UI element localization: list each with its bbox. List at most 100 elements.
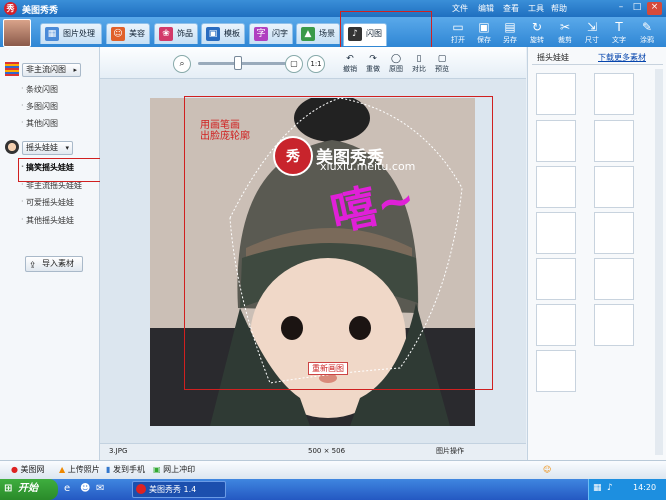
open-icon: ▭ [452, 20, 464, 34]
list-item[interactable]: 其他闪图 [21, 118, 58, 129]
menu-file[interactable]: 文件 [452, 3, 468, 14]
meitu-taskbar-icon [136, 484, 146, 494]
user-avatar[interactable] [3, 19, 31, 47]
tab-scene[interactable]: ▲ 场景 [296, 23, 340, 44]
system-tray: ▦ ♪ 14:20 [588, 479, 666, 500]
start-button[interactable]: ⊞ 开始 [0, 479, 58, 500]
mail-icon[interactable]: ✉ [96, 483, 104, 494]
material-thumbnail[interactable] [594, 120, 634, 162]
undo-icon: ↶ [346, 54, 354, 64]
tab-template[interactable]: ▣ 模板 [201, 23, 245, 44]
meitu-link[interactable]: ● 美图网 [11, 461, 45, 478]
fit-button[interactable]: ▢ [285, 55, 303, 73]
canvas-highlight-box [184, 96, 493, 390]
left-panel: 非主流闪图▸ 条纹闪图 多图闪图 其他闪图 摇头娃娃▾ 搞笑摇头娃娃 非主流摇头… [0, 47, 100, 460]
tab-flash-text[interactable]: 字闪字 [249, 23, 293, 44]
list-item[interactable]: 可爱摇头娃娃 [21, 197, 74, 208]
material-thumbnail[interactable] [536, 166, 576, 208]
zoom-out-button[interactable]: ⌕ [173, 55, 191, 73]
status-filename: 3.JPG [109, 447, 128, 455]
material-thumbnail[interactable] [536, 73, 576, 115]
zoom-slider-handle[interactable] [234, 56, 242, 70]
right-panel: 摇头娃娃 下载更多素材 [527, 47, 666, 460]
volume-icon[interactable]: ♪ [607, 483, 613, 493]
save-button[interactable]: ▣ 保存 [471, 19, 497, 45]
send-to-phone-link[interactable]: ▮ 发到手机 [106, 461, 145, 478]
material-thumbnail[interactable] [536, 304, 576, 346]
status-dimensions: 500 × 506 [308, 447, 346, 455]
ornament-icon: ❀ [159, 27, 173, 41]
close-button[interactable]: × [647, 2, 662, 15]
zoom-slider[interactable] [198, 62, 286, 65]
material-thumbnail[interactable] [594, 73, 634, 115]
resize-icon: ⇲ [586, 20, 598, 34]
text-button[interactable]: T 文字 [606, 19, 632, 45]
ie-icon[interactable]: e [64, 483, 70, 494]
redo-button[interactable]: ↷ 重做 [363, 54, 383, 74]
tab-ornament[interactable]: ❀ 饰品 [154, 23, 198, 44]
original-button[interactable]: ◯ 原图 [386, 54, 406, 74]
material-thumbnail[interactable] [594, 258, 634, 300]
windows-taskbar: ⊞ 开始 e ☻ ✉ 美图秀秀 1.4 ▦ ♪ 14:20 [0, 479, 666, 500]
text-icon: 字 [254, 27, 268, 41]
status-mode: 图片操作 [436, 447, 464, 455]
category-bobblehead[interactable]: 摇头娃娃 ▾ [22, 141, 73, 155]
online-print-link[interactable]: ▣ 网上冲印 [153, 461, 195, 478]
menu-edit[interactable]: 编辑 [478, 3, 494, 14]
upload-icon: ▲ [59, 465, 66, 474]
save-as-button[interactable]: ▤ 另存 [497, 19, 523, 45]
actual-size-button[interactable]: 1:1 [307, 55, 325, 73]
import-icon: ⇪ [29, 261, 37, 271]
compare-icon: ▯ [416, 54, 422, 64]
material-thumbnail[interactable] [594, 212, 634, 254]
doodle-button[interactable]: ✎ 涂鸦 [634, 19, 660, 45]
open-button[interactable]: ▭ 打开 [445, 19, 471, 45]
bottom-bar: ● 美图网 ▲ 上传照片 ▮ 发到手机 ▣ 网上冲印 ☺ [0, 460, 666, 479]
list-item[interactable]: 条纹闪图 [21, 84, 58, 95]
rotate-button[interactable]: ↻ 旋转 [524, 19, 550, 45]
clock: 14:20 [633, 483, 657, 492]
status-bar: 3.JPG 500 × 506 图片操作 [100, 443, 526, 460]
undo-button[interactable]: ↶ 撤销 [340, 54, 360, 74]
text-tool-icon: T [615, 20, 623, 34]
phone-icon: ▮ [106, 465, 111, 474]
menu-view[interactable]: 查看 [503, 3, 519, 14]
import-material-button[interactable]: ⇪ 导入素材 [25, 256, 83, 272]
tab-image-processing[interactable]: ▦ 图片处理 [40, 23, 102, 44]
rotate-icon: ↻ [531, 20, 543, 34]
resize-button[interactable]: ⇲ 尺寸 [579, 19, 605, 45]
list-item[interactable]: 其他摇头娃娃 [21, 215, 74, 226]
compare-button[interactable]: ▯ 对比 [409, 54, 429, 74]
material-thumbnail[interactable] [594, 304, 634, 346]
fit-icon: ▢ [290, 59, 298, 68]
menu-tools[interactable]: 工具 [528, 3, 544, 14]
divider [532, 64, 663, 65]
material-thumbnail[interactable] [536, 350, 576, 392]
network-icon[interactable]: ▦ [593, 483, 602, 493]
maximize-button[interactable]: □ [630, 2, 644, 15]
taskbar-window-meitu[interactable]: 美图秀秀 1.4 [132, 481, 226, 498]
crop-button[interactable]: ✂ 裁剪 [552, 19, 578, 45]
tab-beauty[interactable]: ☺ 美容 [106, 23, 150, 44]
material-thumbnail[interactable] [536, 212, 576, 254]
download-more-link[interactable]: 下载更多素材 [598, 52, 646, 63]
preview-button[interactable]: ▢ 预览 [432, 54, 452, 74]
list-item[interactable]: 多图闪图 [21, 101, 58, 112]
material-thumbnail[interactable] [536, 258, 576, 300]
material-thumbnail[interactable] [536, 120, 576, 162]
upload-photo-link[interactable]: ▲ 上传照片 [59, 461, 100, 478]
pen-icon: ✎ [641, 20, 653, 34]
smiley-icon[interactable]: ☺ [543, 461, 551, 478]
save-icon: ▣ [478, 20, 490, 34]
minimize-button[interactable]: – [614, 2, 628, 15]
scrollbar[interactable] [655, 69, 663, 455]
face-icon: ☺ [111, 27, 125, 41]
category-nonmainstream-flash[interactable]: 非主流闪图 ▸ [22, 63, 81, 77]
image-icon: ▦ [45, 27, 59, 41]
windows-logo-icon: ⊞ [4, 483, 13, 494]
redo-icon: ↷ [369, 54, 377, 64]
material-thumbnail[interactable] [594, 166, 634, 208]
menu-help[interactable]: 帮助 [551, 3, 567, 14]
main-toolbar: ▦ 图片处理 ☺ 美容 ❀ 饰品 ▣ 模板 字闪字 ▲ 场景 ♪ 闪图 ▭ 打开 ▣ 保存 ▤ 另… [0, 17, 666, 47]
qq-icon[interactable]: ☻ [80, 483, 90, 494]
